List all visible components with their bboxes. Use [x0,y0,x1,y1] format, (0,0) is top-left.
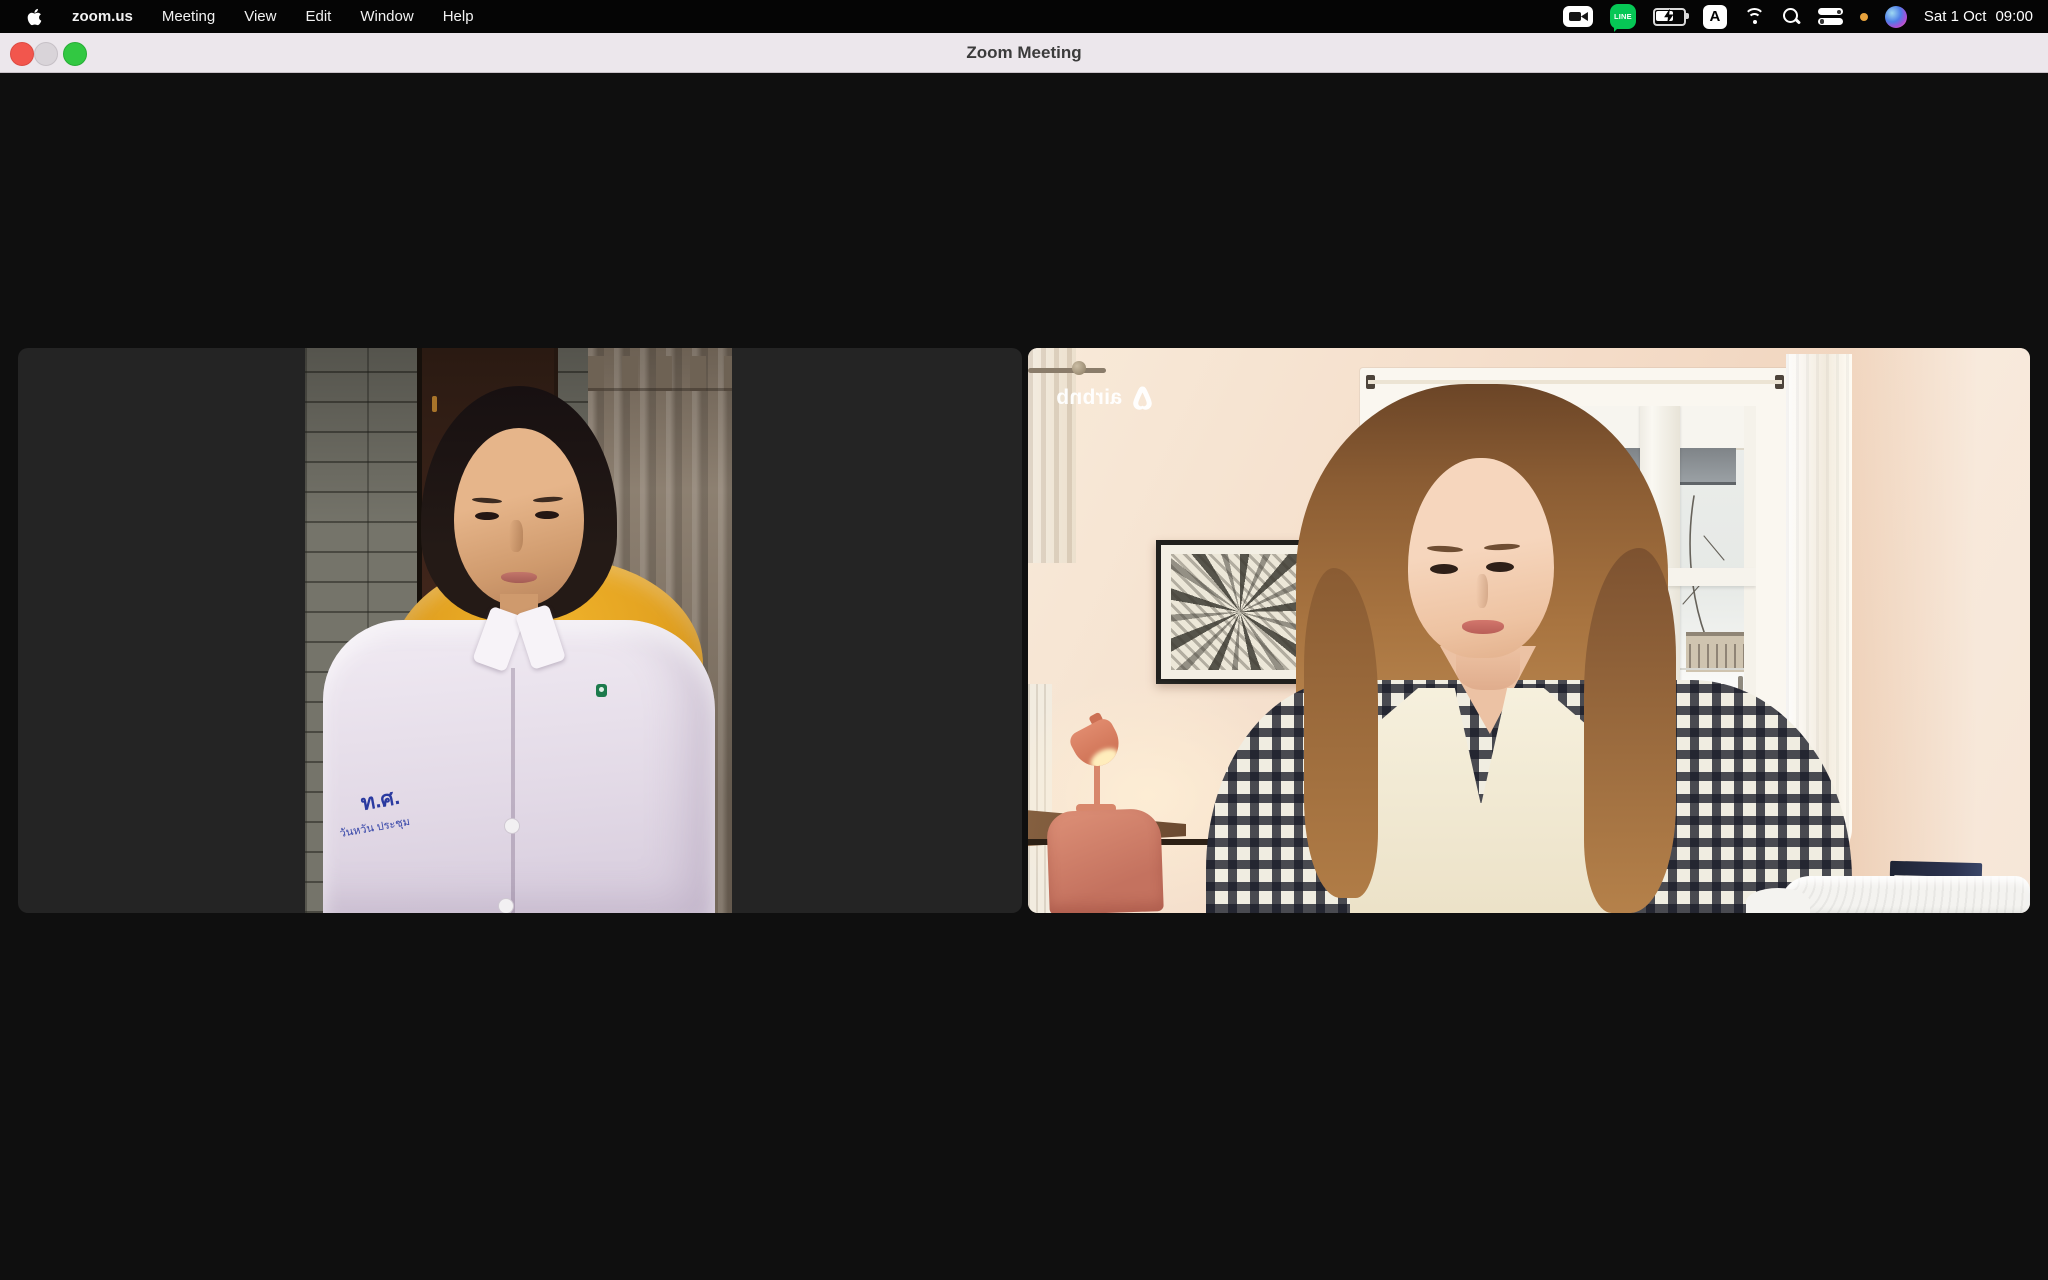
left-curtain-fold [1028,348,1076,563]
wifi-icon[interactable] [1744,8,1766,25]
window-title: Zoom Meeting [0,33,2048,72]
lips [1462,620,1504,634]
video-tile-left[interactable]: ท.ศ. วันหวัน ประชุม [18,348,1022,913]
apple-icon[interactable] [26,7,43,27]
left-eye [1430,564,1458,574]
menu-item-window[interactable]: Window [360,8,413,25]
window-title-bar[interactable]: Zoom Meeting [0,33,2048,73]
airbnb-watermark-text: airbnb [1056,386,1122,410]
control-center-icon[interactable] [1818,8,1843,25]
camera-indicator-icon[interactable] [1563,6,1593,27]
macos-menu-bar: zoom.us Meeting View Edit Window Help LI… [0,0,2048,33]
siri-icon[interactable] [1885,6,1907,28]
left-eye [475,512,499,520]
nose [1476,574,1488,608]
spotlight-search-icon[interactable] [1783,8,1801,26]
wall-corner-highlight [1852,348,2030,913]
menu-item-meeting[interactable]: Meeting [162,8,215,25]
meeting-content: ท.ศ. วันหวัน ประชุม [0,73,2048,1280]
menu-item-edit[interactable]: Edit [305,8,331,25]
curtain-rod-knob [1072,361,1086,375]
menu-bar-clock[interactable]: Sat 1 Oct 09:00 [1924,8,2033,25]
hair-strand-left [1304,568,1378,898]
clock-date: Sat 1 Oct [1924,8,1987,25]
close-button[interactable] [10,42,34,66]
white-school-shirt [323,620,715,913]
door-hinge [432,396,437,412]
airbnb-watermark: airbnb [1056,384,1156,411]
recording-indicator-dot [1860,13,1868,21]
camera-lens [1581,12,1588,21]
white-fluffy-sofa [1780,876,2030,913]
clock-time: 09:00 [1995,8,2033,25]
menu-app-name[interactable]: zoom.us [72,8,133,25]
curtain-tabs [588,356,732,391]
participant-video-right: airbnb [1028,348,2030,913]
menu-bar-left: zoom.us Meeting View Edit Window Help [0,0,474,33]
distant-building [1686,632,1750,672]
hair-strand-right [1584,548,1676,913]
airbnb-belo-icon [1129,384,1156,411]
camera-body [1569,12,1581,21]
artwork-pattern [1171,554,1309,670]
menu-item-help[interactable]: Help [443,8,474,25]
shirt-placket [511,668,515,913]
minimize-button[interactable] [34,42,58,66]
menu-item-view[interactable]: View [244,8,276,25]
battery-charging-icon[interactable] [1653,8,1686,26]
window-curtain-rod [1368,380,1782,384]
right-eye [535,511,559,519]
shirt-button [504,818,520,834]
participant-video-left: ท.ศ. วันหวัน ประชุม [305,348,732,913]
shirt-button [498,898,514,913]
right-eye [1486,562,1514,572]
line-label: LINE [1614,12,1632,21]
menu-bar-status: LINE A Sat 1 Oct 09:00 [1563,0,2048,33]
fullscreen-button[interactable] [63,42,87,66]
left-curtain-rod [1028,368,1106,373]
coral-chair [1046,808,1164,913]
video-tile-right[interactable]: airbnb [1028,348,2030,913]
lips [501,572,537,583]
nose [509,520,523,552]
school-badge-pin [596,684,607,697]
desktop: zoom.us Meeting View Edit Window Help LI… [0,0,2048,1280]
line-icon[interactable]: LINE [1610,4,1636,29]
input-source-icon[interactable]: A [1703,5,1727,29]
